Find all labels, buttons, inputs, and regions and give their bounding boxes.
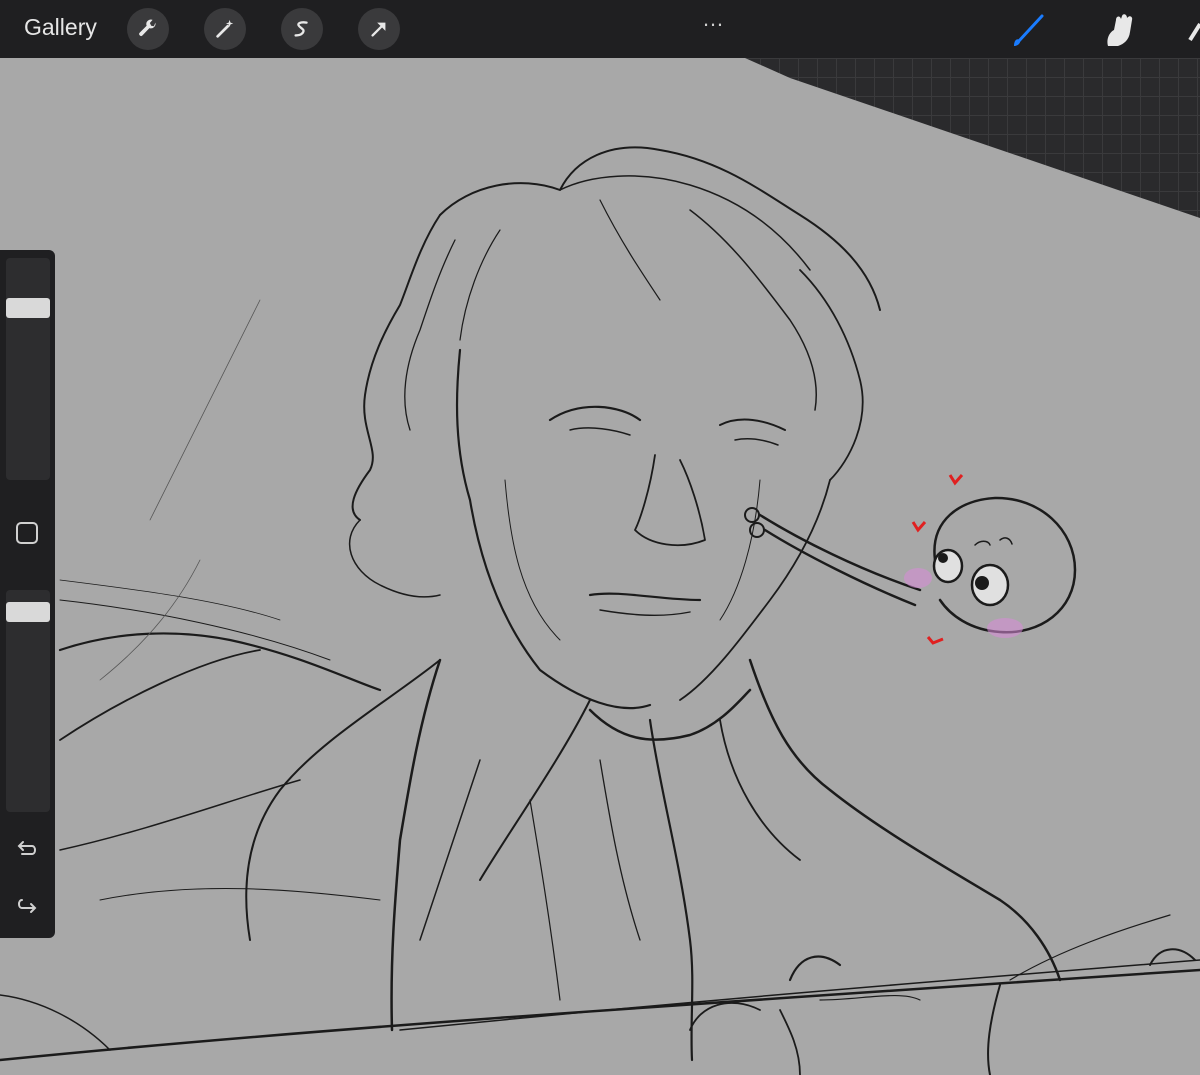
left-sidebar [0,250,55,938]
redo-icon[interactable] [14,892,40,918]
modify-square-icon[interactable] [16,522,38,544]
brush-size-slider[interactable] [6,258,50,480]
opacity-slider[interactable] [6,590,50,812]
adjustments-wand-icon[interactable] [204,8,246,50]
drawing-canvas[interactable] [0,0,1200,1075]
undo-icon[interactable] [14,836,40,862]
more-options-icon[interactable]: … [702,6,725,32]
actions-wrench-icon[interactable] [127,8,169,50]
canvas-paper [0,58,1200,1075]
smudge-icon[interactable] [1100,10,1140,55]
transform-arrow-icon[interactable] [358,8,400,50]
opacity-thumb[interactable] [6,602,50,622]
blush-left [904,568,932,588]
canvas-area[interactable] [0,0,1200,1075]
blush-right [987,618,1023,638]
brush-icon[interactable] [1008,10,1048,55]
brush-size-thumb[interactable] [6,298,50,318]
gallery-button[interactable]: Gallery [24,14,97,41]
top-toolbar: Gallery … [0,0,1200,58]
eraser-icon[interactable] [1188,10,1200,55]
selection-s-icon[interactable] [281,8,323,50]
